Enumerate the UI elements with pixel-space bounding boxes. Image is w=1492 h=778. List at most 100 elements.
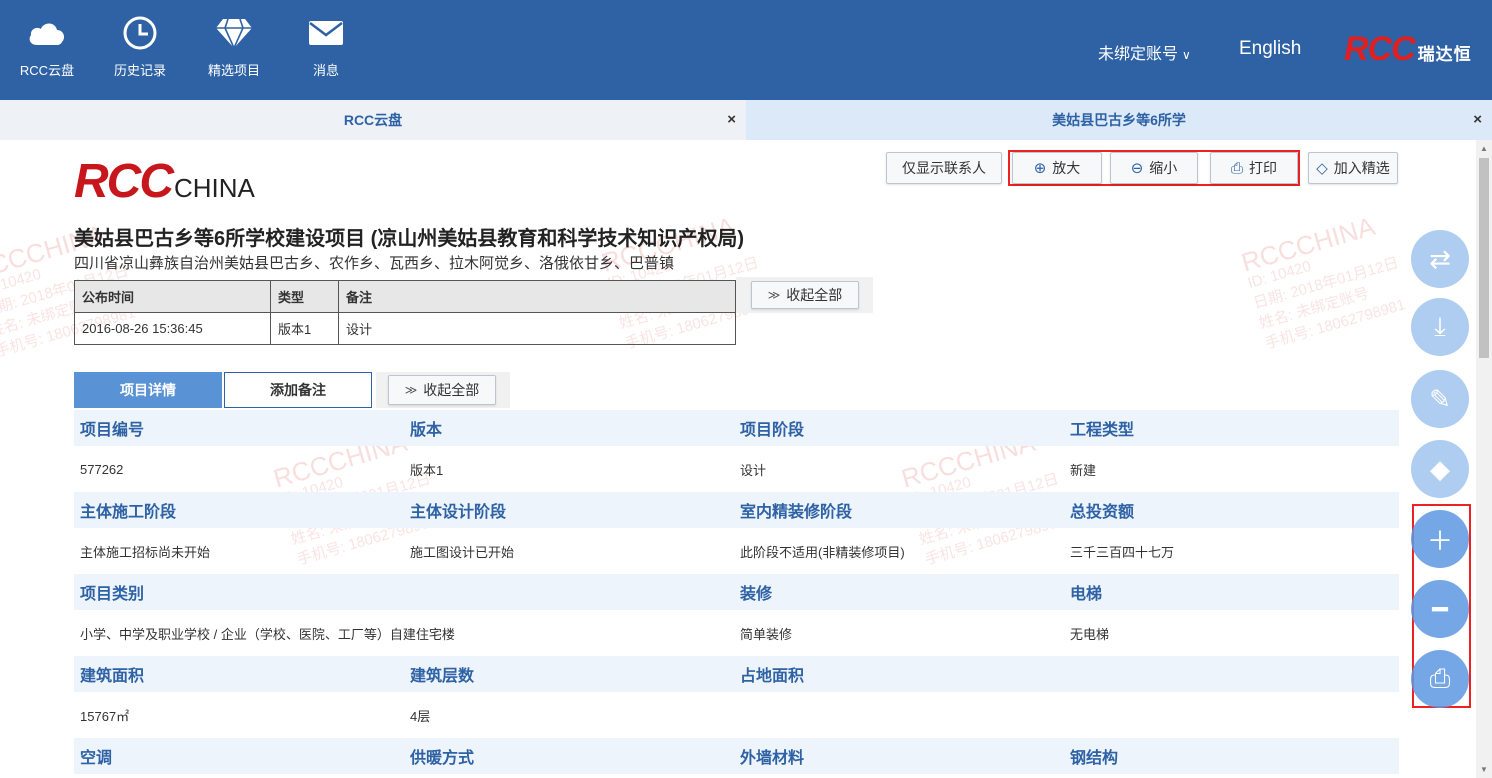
field-label: 工程类型 bbox=[1070, 422, 1135, 439]
publish-time: 2016-08-26 15:36:45 bbox=[74, 312, 271, 345]
zoom-out-icon: ⊖ bbox=[1130, 160, 1144, 177]
field-value: 施工图设计已开始 bbox=[410, 544, 515, 560]
language-switch[interactable]: English bbox=[1239, 38, 1301, 60]
download-icon: ⤓ bbox=[1434, 311, 1446, 341]
detail-value-row: 15767㎡ 4层 bbox=[74, 692, 1399, 738]
field-label: 建筑层数 bbox=[410, 668, 475, 685]
double-chevron-down-icon: ≫ bbox=[767, 288, 781, 302]
field-label: 总投资额 bbox=[1070, 504, 1135, 521]
double-chevron-down-icon: ≫ bbox=[404, 383, 418, 397]
field-value: 新建 bbox=[1070, 462, 1097, 478]
field-value: 简单装修 bbox=[740, 626, 793, 642]
close-icon[interactable]: × bbox=[727, 111, 736, 128]
account-dropdown[interactable]: 未绑定账号 ∨ bbox=[1098, 40, 1191, 64]
field-label: 主体施工阶段 bbox=[80, 504, 177, 521]
project-title: 美姑县巴古乡等6所学校建设项目 (凉山州美姑县教育和科学技术知识产权局) bbox=[74, 228, 744, 250]
detail-value-row: 主体施工招标尚未开始 施工图设计已开始 此阶段不适用(非精装修项目) 三千三百四… bbox=[74, 528, 1399, 574]
print-float-button[interactable]: ⎙ bbox=[1411, 650, 1469, 708]
field-value: 15767㎡ bbox=[80, 708, 130, 724]
contacts-only-button[interactable]: 仅显示联系人 bbox=[886, 152, 1002, 184]
print-icon: ⎙ bbox=[1230, 159, 1243, 177]
plus-icon: ＋ bbox=[1426, 525, 1453, 556]
vertical-scrollbar[interactable]: ▲ ▼ bbox=[1476, 140, 1492, 778]
field-label: 项目阶段 bbox=[740, 422, 805, 439]
field-label: 室内精装修阶段 bbox=[740, 504, 853, 521]
minus-icon: ━ bbox=[1432, 593, 1448, 624]
publish-table: 公布时间 类型 备注 2016-08-26 15:36:45 版本1 设计 bbox=[74, 280, 736, 345]
nav-messages[interactable]: 消息 bbox=[291, 14, 361, 79]
field-label: 装修 bbox=[740, 586, 773, 603]
scrollbar-thumb[interactable] bbox=[1479, 158, 1489, 358]
detail-label-row: 空调 供暖方式 外墙材料 钢结构 bbox=[74, 738, 1399, 774]
rcc-china-logo: RCCCHINA bbox=[74, 155, 255, 208]
tab-project-details[interactable]: 项目详情 bbox=[74, 372, 222, 408]
zoom-out-float-button[interactable]: ━ bbox=[1411, 580, 1469, 638]
column-header: 备注 bbox=[338, 280, 736, 313]
field-label: 项目编号 bbox=[80, 422, 145, 439]
project-detail-grid: 项目编号 版本 项目阶段 工程类型 577262 版本1 设计 新建 主体施工阶… bbox=[74, 410, 1399, 774]
project-detail-page: RCCCHINA ID: 10420日期: 2018年01月12日姓名: 未绑定… bbox=[0, 140, 1476, 778]
print-button[interactable]: ⎙ 打印 bbox=[1210, 152, 1298, 184]
diamond-icon: ◆ bbox=[1430, 453, 1450, 484]
scroll-up-icon[interactable]: ▲ bbox=[1480, 144, 1488, 153]
field-label: 占地面积 bbox=[740, 668, 805, 685]
nav-history[interactable]: 历史记录 bbox=[105, 14, 175, 79]
field-label: 项目类别 bbox=[80, 586, 145, 603]
edit-icon: ✎ bbox=[1429, 383, 1451, 414]
column-header: 类型 bbox=[270, 280, 339, 313]
field-value: 主体施工招标尚未开始 bbox=[80, 544, 211, 560]
field-label: 电梯 bbox=[1070, 586, 1103, 603]
cloud-icon bbox=[12, 14, 82, 52]
scroll-down-icon[interactable]: ▼ bbox=[1480, 765, 1488, 774]
field-label: 版本 bbox=[410, 422, 443, 439]
nav-featured-projects[interactable]: 精选项目 bbox=[199, 14, 269, 79]
field-label: 供暖方式 bbox=[410, 750, 475, 767]
download-button[interactable]: ⤓ bbox=[1411, 298, 1469, 356]
publish-type: 版本1 bbox=[270, 312, 339, 345]
field-label: 建筑面积 bbox=[80, 668, 145, 685]
add-featured-button[interactable]: ◇ 加入精选 bbox=[1308, 152, 1398, 184]
add-featured-float-button[interactable]: ◆ bbox=[1411, 440, 1469, 498]
detail-value-row: 577262 版本1 设计 新建 bbox=[74, 446, 1399, 492]
edit-button[interactable]: ✎ bbox=[1411, 370, 1469, 428]
publish-note: 设计 bbox=[338, 312, 736, 345]
diamond-icon bbox=[199, 14, 269, 52]
chevron-down-icon: ∨ bbox=[1182, 48, 1191, 62]
collapse-all-button[interactable]: ≫ 收起全部 bbox=[751, 281, 859, 309]
zoom-out-button[interactable]: ⊖ 缩小 bbox=[1110, 152, 1198, 184]
field-label: 钢结构 bbox=[1070, 750, 1119, 767]
tab-bar: RCC云盘 × 美姑县巴古乡等6所学 × bbox=[0, 100, 1492, 140]
project-address: 四川省凉山彝族自治州美姑县巴古乡、农作乡、瓦西乡、拉木阿觉乡、洛俄依甘乡、巴普镇 bbox=[74, 255, 675, 272]
detail-label-row: 项目类别 装修 电梯 bbox=[74, 574, 1399, 610]
top-navigation-bar: RCC云盘 历史记录 精选项目 消息 未绑定账号 ∨ English RCC 瑞达恒 bbox=[0, 0, 1492, 100]
tab-rcc-cloud[interactable]: RCC云盘 × bbox=[0, 100, 746, 140]
rcc-logo: RCC 瑞达恒 bbox=[1344, 30, 1472, 68]
mail-icon bbox=[291, 14, 361, 52]
detail-label-row: 建筑面积 建筑层数 占地面积 bbox=[74, 656, 1399, 692]
zoom-in-float-button[interactable]: ＋ bbox=[1411, 510, 1469, 568]
zoom-in-icon: ⊕ bbox=[1033, 160, 1047, 177]
share-icon: ⇄ bbox=[1429, 243, 1451, 274]
field-label: 空调 bbox=[80, 750, 113, 767]
tab-project-detail[interactable]: 美姑县巴古乡等6所学 × bbox=[746, 100, 1492, 140]
field-value: 小学、中学及职业学校 / 企业（学校、医院、工厂等）自建住宅楼 bbox=[80, 626, 455, 642]
column-header: 公布时间 bbox=[74, 280, 271, 313]
detail-label-row: 主体施工阶段 主体设计阶段 室内精装修阶段 总投资额 bbox=[74, 492, 1399, 528]
detail-label-row: 项目编号 版本 项目阶段 工程类型 bbox=[74, 410, 1399, 446]
nav-rcc-cloud[interactable]: RCC云盘 bbox=[12, 14, 82, 79]
print-icon: ⎙ bbox=[1429, 663, 1451, 693]
tab-add-note[interactable]: 添加备注 bbox=[224, 372, 372, 408]
field-value: 设计 bbox=[740, 462, 767, 478]
field-label: 外墙材料 bbox=[740, 750, 805, 767]
collapse-all-button[interactable]: ≫ 收起全部 bbox=[388, 375, 496, 405]
share-button[interactable]: ⇄ bbox=[1411, 230, 1469, 288]
field-value: 577262 bbox=[80, 461, 124, 477]
field-value: 无电梯 bbox=[1070, 626, 1110, 642]
detail-value-row: 小学、中学及职业学校 / 企业（学校、医院、工厂等）自建住宅楼 简单装修 无电梯 bbox=[74, 610, 1399, 656]
clock-icon bbox=[105, 14, 175, 52]
field-value: 4层 bbox=[410, 708, 431, 724]
close-icon[interactable]: × bbox=[1473, 111, 1482, 128]
zoom-in-button[interactable]: ⊕ 放大 bbox=[1012, 152, 1102, 184]
field-value: 三千三百四十七万 bbox=[1070, 544, 1175, 560]
watermark: RCCCHINA ID: 10420日期: 2018年01月12日姓名: 未绑定… bbox=[1238, 210, 1408, 353]
